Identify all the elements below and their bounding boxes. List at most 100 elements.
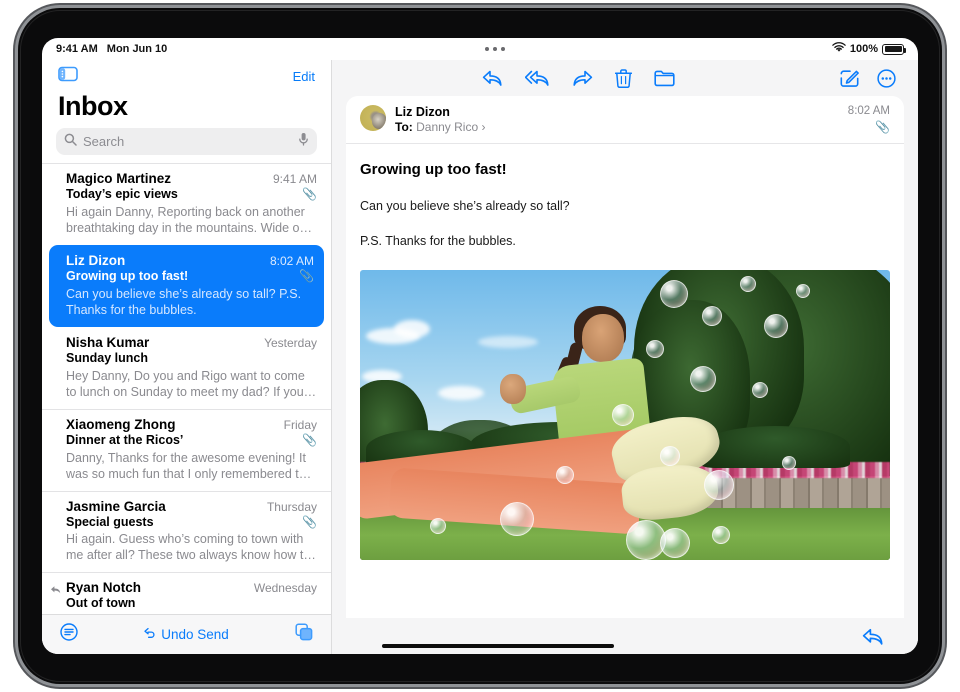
chevron-right-icon: › <box>481 120 486 134</box>
reply-icon[interactable] <box>862 627 884 646</box>
ipad-device-frame: 9:41 AM Mon Jun 10 100% Edit Inbox Searc… <box>18 8 942 684</box>
message-subject: Growing up too fast! <box>66 268 189 283</box>
list-bottom-bar: Undo Send <box>42 614 331 654</box>
search-input[interactable]: Search <box>56 128 317 155</box>
message-preview: Hi again. Guess who’s coming to town wit… <box>66 532 316 563</box>
list-top-bar: Edit <box>42 60 331 89</box>
list-item[interactable]: Xiaomeng Zhong Friday Dinner at the Rico… <box>42 408 331 491</box>
message-timestamp: 8:02 AM <box>847 105 890 117</box>
list-item[interactable]: Nisha Kumar Yesterday Sunday lunch Hey D… <box>42 327 331 409</box>
sender-name: Liz Dizon <box>395 105 450 119</box>
list-item-line1: Ryan Notch Wednesday <box>66 580 317 595</box>
mail-subject: Growing up too fast! <box>360 161 507 178</box>
avatar[interactable] <box>360 105 386 131</box>
message-time: Yesterday <box>264 335 317 350</box>
message-subject: Today’s epic views <box>66 187 178 201</box>
detail-toolbar <box>332 60 918 96</box>
message-detail-pane: Liz Dizon To: Danny Rico › 8:02 AM 📎 Gro… <box>332 60 918 654</box>
mail-paragraph: P.S. Thanks for the bubbles. <box>360 234 516 248</box>
message-list[interactable]: Magico Martinez 9:41 AM Today’s epic vie… <box>42 163 331 614</box>
mail-header-right: 8:02 AM 📎 <box>848 105 890 134</box>
search-placeholder: Search <box>83 134 125 149</box>
ipad-screen: 9:41 AM Mon Jun 10 100% Edit Inbox Searc… <box>42 38 918 654</box>
list-item[interactable]: Liz Dizon 8:02 AM Growing up too fast! 📎… <box>49 244 324 327</box>
girl-jumping-with-bubbles-photo[interactable] <box>360 270 890 560</box>
toolbar-actions <box>482 68 675 88</box>
message-sender: Jasmine Garcia <box>66 498 166 514</box>
mail-header-names: Liz Dizon To: Danny Rico › <box>395 105 839 134</box>
home-indicator[interactable] <box>332 644 918 648</box>
status-bar: 9:41 AM Mon Jun 10 100% <box>42 38 918 60</box>
undo-arrow-icon <box>144 627 157 642</box>
split-view: Edit Inbox Search Magico Martinez 9:41 A… <box>42 60 918 654</box>
list-item-line1: Liz Dizon 8:02 AM <box>66 253 314 268</box>
detail-bottom-bar <box>332 618 918 654</box>
recipient-name: Danny Rico <box>416 120 479 134</box>
message-time: 8:02 AM <box>269 253 314 268</box>
to-label: To: <box>395 120 413 134</box>
message-subject: Out of town <box>66 596 136 611</box>
list-item-line1: Xiaomeng Zhong Friday <box>66 417 317 432</box>
message-preview: Howdy, neighbor, Just wanted to drop a q… <box>66 613 317 614</box>
list-item-line1: Magico Martinez 9:41 AM <box>66 171 317 186</box>
multitasking-dots-icon[interactable] <box>72 47 918 51</box>
message-preview: Hey Danny, Do you and Rigo want to come … <box>66 368 317 399</box>
home-indicator-bar <box>381 644 614 648</box>
message-preview: Can you believe she’s already so tall? P… <box>66 286 302 317</box>
battery-icon <box>882 43 906 55</box>
reply-icon[interactable] <box>482 69 503 88</box>
compose-icon[interactable] <box>840 69 859 88</box>
forward-icon[interactable] <box>572 69 593 88</box>
edit-button[interactable]: Edit <box>293 69 315 84</box>
list-item-line2: Special guests 📎 <box>66 514 317 531</box>
list-item-line2: Dinner at the Ricos’ 📎 <box>66 432 317 449</box>
message-subject: Special guests <box>66 514 154 529</box>
message-time: Wednesday <box>253 581 317 596</box>
undo-send-label: Undo Send <box>161 627 229 642</box>
dot <box>501 47 505 51</box>
message-preview: Hi again Danny, Reporting back on anothe… <box>66 204 312 235</box>
dot <box>493 47 497 51</box>
paperclip-icon: 📎 <box>302 514 317 529</box>
message-preview: Danny, Thanks for the awesome evening! I… <box>66 450 312 481</box>
search-icon <box>64 133 77 151</box>
trash-icon[interactable] <box>615 68 632 88</box>
message-subject: Dinner at the Ricos’ <box>66 432 184 447</box>
battery-fill <box>884 46 902 52</box>
paperclip-icon: 📎 <box>875 120 890 134</box>
filter-icon[interactable] <box>60 623 78 646</box>
undo-send-button[interactable]: Undo Send <box>144 627 229 642</box>
replied-arrow-icon <box>50 582 61 600</box>
list-item[interactable]: Ryan Notch Wednesday Out of town Howdy, … <box>42 572 331 614</box>
toolbar-right-actions <box>840 68 896 88</box>
duplicate-icon[interactable] <box>295 623 313 646</box>
list-item[interactable]: Magico Martinez 9:41 AM Today’s epic vie… <box>42 163 331 245</box>
page-title: Inbox <box>58 91 128 121</box>
message-sender: Nisha Kumar <box>66 334 150 350</box>
folder-icon[interactable] <box>654 69 675 88</box>
list-item-line2: Sunday lunch <box>66 350 317 367</box>
avatar-face <box>371 112 386 129</box>
mail-body: Growing up too fast! Can you believe she… <box>346 144 904 618</box>
message-sender: Magico Martinez <box>66 171 172 186</box>
dot <box>485 47 489 51</box>
message-sender: Ryan Notch <box>66 580 142 596</box>
more-ellipsis-icon[interactable] <box>877 68 896 88</box>
message-list-pane: Edit Inbox Search Magico Martinez 9:41 A… <box>42 60 332 654</box>
list-item[interactable]: Jasmine Garcia Thursday Special guests 📎… <box>42 490 331 573</box>
mail-paragraph: Can you believe she’s already so tall? <box>360 199 570 213</box>
message-sender: Xiaomeng Zhong <box>66 416 176 432</box>
sidebar-toggle-icon[interactable] <box>58 66 78 87</box>
reply-all-icon[interactable] <box>525 69 550 88</box>
message-time: 9:41 AM <box>272 172 317 186</box>
list-item-line2: Out of town <box>66 595 317 612</box>
recipient-row[interactable]: To: Danny Rico › <box>395 120 839 134</box>
search-container: Search <box>42 128 331 163</box>
microphone-icon[interactable] <box>298 132 309 151</box>
paperclip-icon: 📎 <box>299 269 314 284</box>
mail-header: Liz Dizon To: Danny Rico › 8:02 AM 📎 <box>346 96 904 144</box>
mail-card: Liz Dizon To: Danny Rico › 8:02 AM 📎 Gro… <box>346 96 904 618</box>
message-time: Friday <box>283 417 317 432</box>
paperclip-icon: 📎 <box>302 433 317 448</box>
list-item-line2: Growing up too fast! 📎 <box>66 268 314 285</box>
